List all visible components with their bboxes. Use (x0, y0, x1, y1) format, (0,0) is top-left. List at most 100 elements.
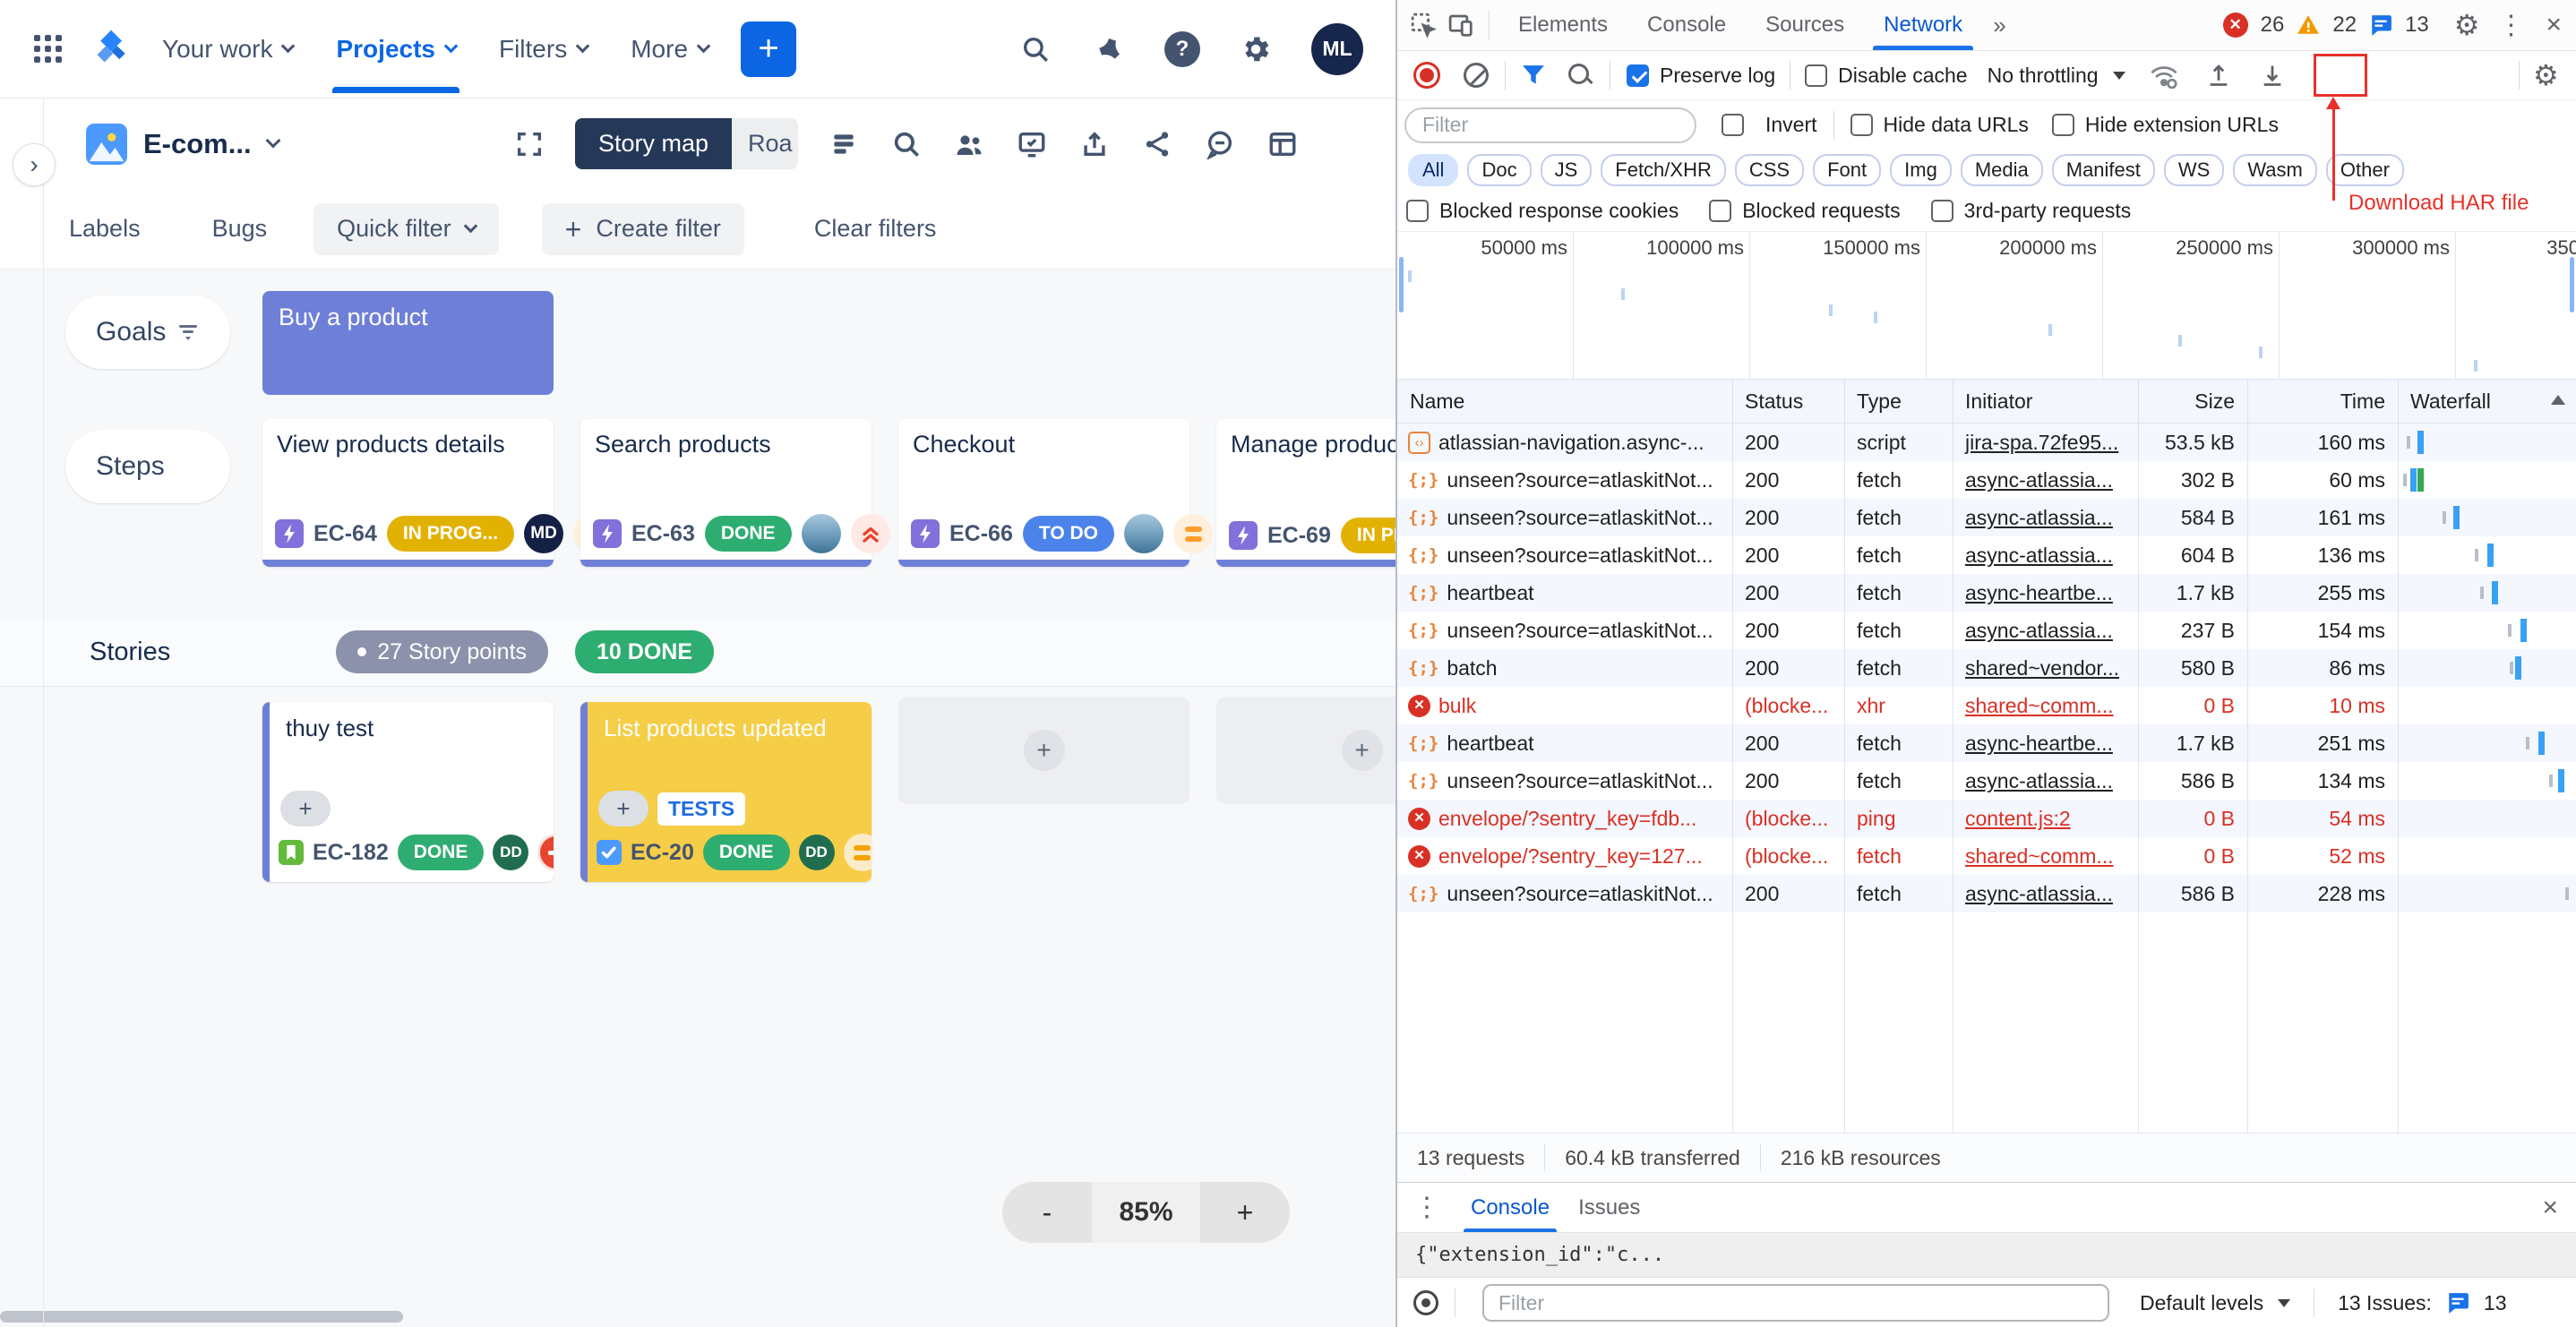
story-card-selected[interactable]: List products updated + TESTS EC-20 DONE… (580, 702, 872, 882)
panel-layout-icon[interactable] (1266, 127, 1300, 161)
column-header-type[interactable]: Type (1844, 380, 1953, 423)
request-type-chip[interactable]: Media (1961, 154, 2043, 186)
import-har-icon[interactable] (2206, 63, 2231, 88)
request-type-chip[interactable]: Fetch/XHR (1601, 154, 1726, 186)
initiator-link[interactable]: async-heartbe... (1965, 732, 2113, 755)
network-request-row[interactable]: ✕ envelope/?sentry_key=fdb... (blocke...… (1397, 800, 2576, 837)
request-type-chip[interactable]: Other (2326, 154, 2404, 186)
devtools-settings-icon[interactable]: ⚙ (2454, 11, 2480, 39)
console-message[interactable]: {"extension_id":"c... (1397, 1233, 2576, 1278)
request-type-chip[interactable]: Doc (1467, 154, 1531, 186)
issues-count-label[interactable]: 13 Issues: (2338, 1291, 2432, 1315)
request-type-chip[interactable]: CSS (1735, 154, 1804, 186)
topnav-menu-item[interactable]: Filters (499, 35, 588, 64)
issue-key[interactable]: EC-69 (1267, 523, 1331, 549)
clear-filters-button[interactable]: Clear filters (814, 215, 937, 243)
share-icon[interactable] (1140, 127, 1174, 161)
filter-funnel-icon[interactable] (1522, 64, 1545, 86)
issue-key[interactable]: EC-63 (631, 521, 695, 547)
network-request-row[interactable]: {;} unseen?source=atlaskitNot... 200 fet… (1397, 762, 2576, 800)
drawer-menu-icon[interactable]: ⋮ (1397, 1192, 1456, 1223)
column-header-name[interactable]: Name (1397, 380, 1732, 423)
issue-key[interactable]: EC-66 (949, 521, 1013, 547)
error-badge-icon[interactable]: ✕ (2223, 13, 2248, 38)
step-card[interactable]: Manage products EC-69 IN PROG... (1216, 419, 1395, 567)
devtools-tab[interactable]: Sources (1746, 0, 1864, 50)
settings-gear-icon[interactable] (1238, 31, 1274, 67)
request-type-chip[interactable]: Manifest (2052, 154, 2155, 186)
jira-logo[interactable] (92, 27, 132, 71)
record-network-log-icon[interactable] (1413, 62, 1440, 89)
network-conditions-icon[interactable] (2149, 62, 2179, 89)
initiator-link[interactable]: shared~comm... (1965, 844, 2114, 868)
third-party-requests-checkbox[interactable]: 3rd-party requests (1931, 199, 2132, 223)
network-request-row[interactable]: ✕ bulk (blocke... xhr shared~comm... 0 B… (1397, 687, 2576, 724)
zoom-out-button[interactable]: - (1002, 1182, 1092, 1243)
request-type-chip[interactable]: WS (2164, 154, 2224, 186)
download-har-icon[interactable] (2260, 63, 2285, 88)
tab-console[interactable]: Console (1456, 1183, 1564, 1232)
request-type-chip[interactable]: JS (1541, 154, 1593, 186)
request-type-chip[interactable]: All (1408, 154, 1458, 186)
devtools-menu-icon[interactable]: ⋮ (2492, 10, 2529, 41)
network-request-row[interactable]: ‹› atlassian-navigation.async-... 200 sc… (1397, 424, 2576, 461)
initiator-link[interactable]: content.js:2 (1965, 807, 2071, 830)
topnav-menu-item[interactable]: Your work (162, 35, 293, 64)
messages-icon[interactable] (2369, 14, 2392, 36)
people-icon[interactable] (952, 127, 986, 161)
device-toolbar-icon[interactable] (1442, 6, 1480, 44)
initiator-link[interactable]: shared~vendor... (1965, 656, 2119, 680)
initiator-link[interactable]: async-atlassia... (1965, 468, 2113, 492)
topnav-menu-item[interactable]: More (631, 35, 708, 64)
more-tabs-icon[interactable]: » (1982, 12, 2016, 39)
horizontal-scrollbar[interactable] (0, 1311, 403, 1323)
devtools-tab[interactable]: Elements (1498, 0, 1627, 50)
labels-button[interactable]: Labels (69, 215, 141, 243)
app-switcher-icon[interactable] (34, 35, 62, 63)
fullscreen-icon[interactable] (512, 127, 546, 161)
add-label-button[interactable]: + (598, 791, 648, 826)
steps-lane-header[interactable]: Steps (65, 430, 230, 503)
timeline-left-handle[interactable] (1399, 257, 1404, 312)
export-icon[interactable] (1078, 127, 1112, 161)
hide-extension-urls-checkbox[interactable]: Hide extension URLs (2052, 113, 2279, 137)
help-icon[interactable]: ? (1164, 31, 1200, 67)
log-levels-dropdown[interactable]: Default levels (2140, 1291, 2290, 1315)
column-header-size[interactable]: Size (2138, 380, 2247, 423)
assignee-avatar[interactable] (1124, 514, 1163, 553)
create-issue-button[interactable]: + (741, 21, 796, 77)
initiator-link[interactable]: async-atlassia... (1965, 619, 2113, 642)
throttling-dropdown[interactable]: No throttling (1988, 64, 2125, 88)
network-request-row[interactable]: {;} heartbeat 200 fetch async-heartbe...… (1397, 724, 2576, 762)
tab-story-map[interactable]: Story map (575, 118, 732, 169)
network-request-row[interactable]: {;} unseen?source=atlaskitNot... 200 fet… (1397, 612, 2576, 649)
story-card[interactable]: thuy test + EC-182 DONE DD (262, 702, 554, 882)
network-request-row[interactable]: {;} unseen?source=atlaskitNot... 200 fet… (1397, 461, 2576, 499)
view-settings-icon[interactable] (827, 127, 861, 161)
initiator-link[interactable]: async-atlassia... (1965, 544, 2113, 567)
step-card[interactable]: View products details EC-64 IN PROG... M… (262, 419, 554, 567)
goals-lane-header[interactable]: Goals (65, 295, 230, 369)
network-request-row[interactable]: ✕ envelope/?sentry_key=127... (blocke...… (1397, 837, 2576, 875)
add-label-button[interactable]: + (280, 791, 331, 826)
initiator-link[interactable]: async-atlassia... (1965, 882, 2113, 905)
network-request-row[interactable]: {;} batch 200 fetch shared~vendor... 580… (1397, 649, 2576, 687)
close-drawer-icon[interactable]: × (2542, 1193, 2558, 1223)
add-story-button[interactable]: + (1024, 730, 1065, 771)
bugs-button[interactable]: Bugs (212, 215, 268, 243)
notifications-icon[interactable] (1091, 31, 1127, 67)
network-request-row[interactable]: {;} unseen?source=atlaskitNot... 200 fet… (1397, 536, 2576, 574)
project-avatar[interactable] (86, 124, 127, 165)
column-header-initiator[interactable]: Initiator (1953, 380, 2138, 423)
presentation-icon[interactable] (1015, 127, 1049, 161)
initiator-link[interactable]: async-heartbe... (1965, 581, 2113, 604)
label-tag[interactable]: TESTS (657, 792, 745, 826)
topnav-menu-item[interactable]: Projects (336, 35, 456, 64)
close-devtools-icon[interactable]: × (2546, 10, 2562, 40)
column-header-waterfall[interactable]: Waterfall (2398, 380, 2576, 423)
network-settings-gear-icon[interactable]: ⚙ (2533, 61, 2559, 90)
request-type-chip[interactable]: Wasm (2233, 154, 2317, 186)
project-name[interactable]: E-com... (143, 128, 252, 160)
assignee-avatar[interactable] (802, 514, 841, 553)
assignee-avatar[interactable]: DD (799, 835, 835, 870)
